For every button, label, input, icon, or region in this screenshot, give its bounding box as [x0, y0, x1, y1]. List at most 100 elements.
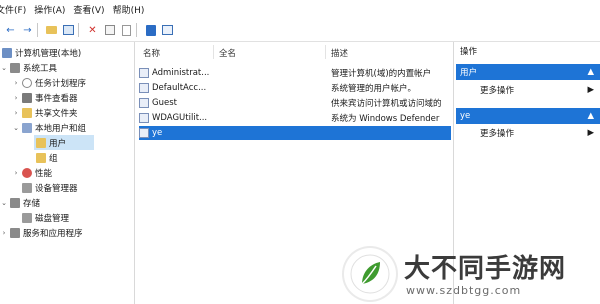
collapse-up-icon[interactable]: ▲ [587, 111, 594, 121]
chevron-right-icon[interactable]: › [12, 94, 20, 102]
performance-icon [22, 167, 32, 178]
tree-item-local-users-groups[interactable]: ⌄ 本地用户和组 [12, 120, 86, 135]
forward-arrow-icon[interactable]: → [21, 24, 34, 37]
user-name: DefaultAcc... [152, 83, 207, 93]
column-separator[interactable] [325, 45, 326, 59]
tree-item-shared-folders[interactable]: › 共享文件夹 [12, 105, 78, 120]
user-icon [139, 113, 149, 123]
tree-item-groups[interactable]: 组 [34, 150, 58, 165]
tree-item-label: 本地用户和组 [35, 123, 87, 134]
tree-item-label: 组 [49, 153, 58, 164]
back-arrow-icon[interactable]: ← [4, 24, 17, 37]
menu-item-label: 更多操作 [480, 86, 515, 96]
chevron-down-icon[interactable]: ⌄ [0, 199, 8, 207]
column-separator[interactable] [213, 45, 214, 59]
actions-title: 操作 [460, 47, 478, 57]
column-header-name[interactable]: 名称 [143, 47, 160, 59]
toolbar-separator [37, 23, 38, 37]
users-group-icon [22, 122, 32, 133]
toolbar-separator [78, 23, 79, 37]
tree-item-label: 性能 [35, 168, 53, 179]
navigation-tree: 计算机管理(本地) ⌄ 系统工具 › 任务计划程序 › 事件查看器 › 共享文件… [0, 42, 135, 304]
tree-item-performance[interactable]: › 性能 [12, 165, 52, 180]
tree-item-services-apps[interactable]: › 服务和应用程序 [0, 225, 83, 240]
watermark-url: www.szdbtgg.com [406, 284, 522, 297]
chevron-right-icon[interactable]: › [0, 229, 8, 237]
actions-section-ye[interactable]: ye ▲ [456, 108, 600, 124]
tree-item-root[interactable]: 计算机管理(本地) [0, 45, 81, 60]
tree-item-label: 服务和应用程序 [23, 228, 83, 239]
view-icon[interactable] [161, 24, 174, 37]
help-icon[interactable] [144, 24, 157, 37]
menu-action[interactable]: 操作(A) [34, 3, 73, 16]
table-row[interactable]: Administrat... 管理计算机(域)的内置帐户 [139, 66, 451, 80]
tree-item-label: 计算机管理(本地) [15, 48, 82, 59]
user-name: Guest [152, 98, 177, 108]
table-row[interactable]: DefaultAcc... 系统管理的用户帐户。 [139, 81, 451, 95]
folder-icon [36, 137, 46, 148]
chevron-right-icon[interactable]: › [12, 79, 20, 87]
tree-item-label: 系统工具 [23, 63, 58, 74]
watermark-title: 大不同手游网 [404, 254, 567, 284]
user-description: 系统为 Windows Defender [331, 114, 440, 124]
toolbar: ← → ✕ [0, 19, 600, 42]
tree-item-label: 磁盘管理 [35, 213, 70, 224]
chevron-right-icon: ▶ [587, 85, 594, 95]
tree-item-storage[interactable]: ⌄ 存储 [0, 195, 40, 210]
computer-management-icon [2, 47, 12, 58]
tree-item-users[interactable]: 用户 [34, 135, 94, 150]
chevron-right-icon[interactable]: › [12, 169, 20, 177]
tree-item-system-tools[interactable]: ⌄ 系统工具 [0, 60, 57, 75]
menu-bar: 文件(F) 操作(A) 查看(V) 帮助(H) [0, 0, 600, 19]
actions-section-users[interactable]: 用户 ▲ [456, 64, 600, 80]
column-header-description[interactable]: 描述 [331, 47, 348, 59]
user-description: 系统管理的用户帐户。 [331, 84, 417, 94]
menu-view[interactable]: 查看(V) [73, 3, 112, 16]
services-icon [10, 227, 20, 238]
delete-icon[interactable]: ✕ [86, 24, 99, 37]
tree-item-disk-management[interactable]: 磁盘管理 [20, 210, 69, 225]
more-actions-users[interactable]: 更多操作 ▶ [480, 83, 600, 97]
chevron-right-icon: ▶ [587, 128, 594, 138]
toolbar-separator [136, 23, 137, 37]
tree-item-label: 共享文件夹 [35, 108, 78, 119]
chevron-down-icon[interactable]: ⌄ [12, 124, 20, 132]
collapse-up-icon[interactable]: ▲ [587, 67, 594, 77]
table-row-selected[interactable]: ye [139, 126, 451, 140]
table-row[interactable]: WDAGUtilit... 系统为 Windows Defender [139, 111, 451, 125]
tree-item-label: 任务计划程序 [35, 78, 87, 89]
chevron-down-icon[interactable]: ⌄ [0, 64, 8, 72]
event-viewer-icon [22, 92, 32, 103]
menu-help[interactable]: 帮助(H) [113, 3, 153, 16]
user-description: 管理计算机(域)的内置帐户 [331, 69, 432, 79]
section-label: 用户 [460, 68, 478, 78]
clock-icon [22, 77, 32, 88]
watermark: 大不同手游网 www.szdbtgg.com [344, 244, 600, 304]
shared-folder-icon [22, 107, 32, 118]
table-row[interactable]: Guest 供来宾访问计算机或访问域的 [139, 96, 451, 110]
user-name: Administrat... [152, 68, 210, 78]
folder-icon [36, 152, 46, 163]
more-actions-ye[interactable]: 更多操作 ▶ [480, 126, 600, 140]
tree-item-label: 设备管理器 [35, 183, 78, 194]
export-icon[interactable] [120, 24, 133, 37]
chevron-right-icon[interactable]: › [12, 109, 20, 117]
menu-file[interactable]: 文件(F) [0, 3, 34, 16]
show-hide-tree-icon[interactable] [62, 24, 75, 37]
tree-item-label: 事件查看器 [35, 93, 78, 104]
section-label: ye [460, 111, 471, 121]
tree-item-label: 用户 [49, 138, 67, 149]
column-header-fullname[interactable]: 全名 [219, 47, 236, 59]
folder-icon[interactable] [45, 24, 58, 37]
user-name: ye [152, 128, 163, 138]
tree-item-task-scheduler[interactable]: › 任务计划程序 [12, 75, 86, 90]
properties-icon[interactable] [103, 24, 116, 37]
tree-item-event-viewer[interactable]: › 事件查看器 [12, 90, 78, 105]
user-icon [139, 83, 149, 93]
tools-icon [10, 62, 20, 73]
user-icon [139, 68, 149, 78]
menu-item-label: 更多操作 [480, 129, 515, 139]
user-name: WDAGUtilit... [152, 113, 208, 123]
device-manager-icon [22, 182, 32, 193]
tree-item-device-manager[interactable]: 设备管理器 [20, 180, 78, 195]
